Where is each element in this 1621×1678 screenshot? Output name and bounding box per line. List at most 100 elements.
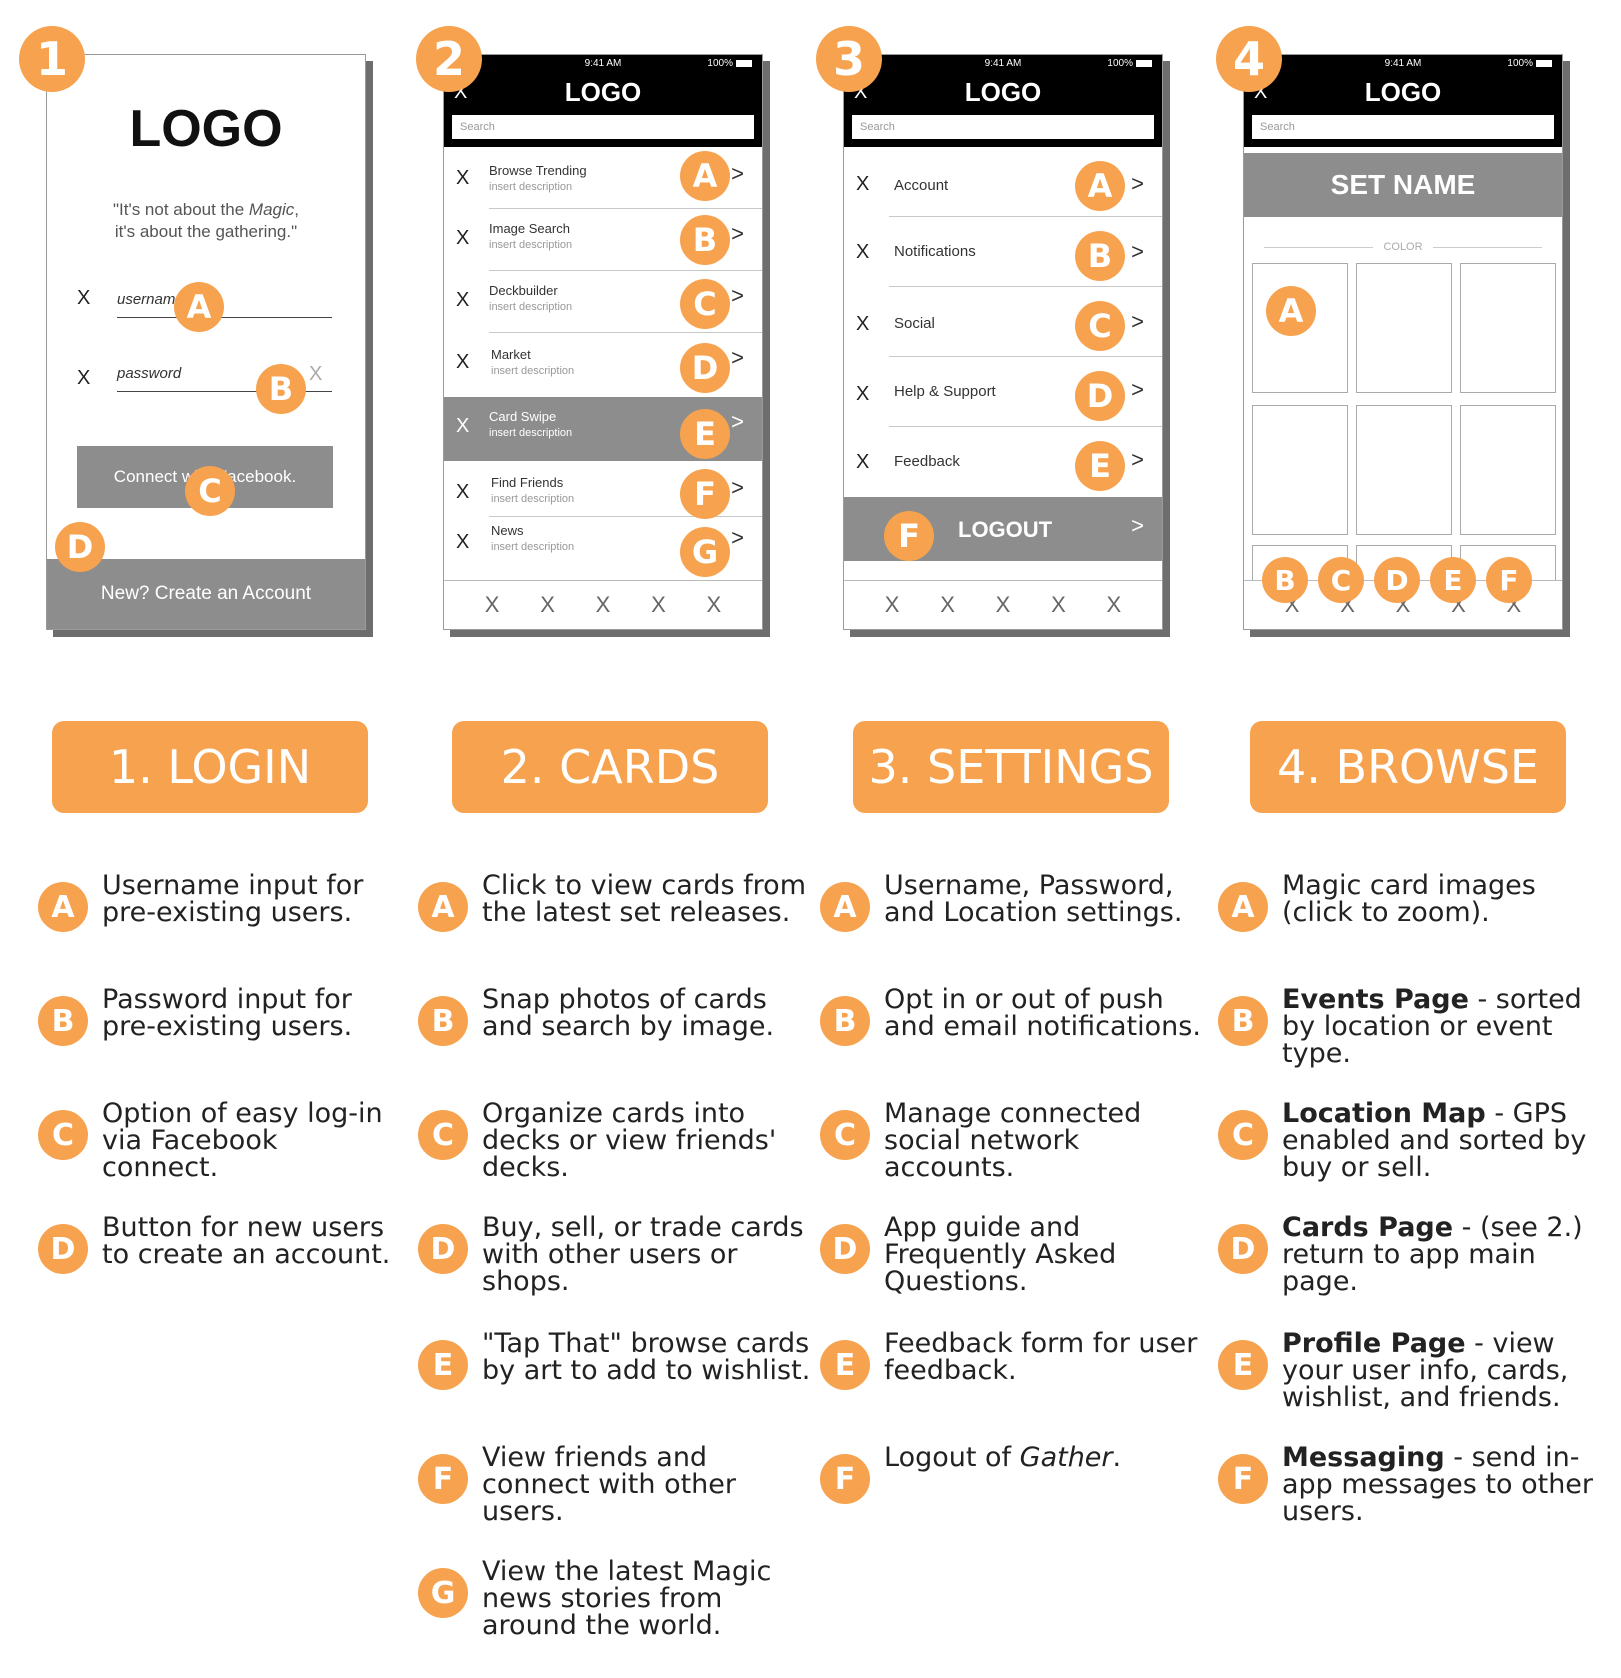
legend-marker: D bbox=[1218, 1224, 1268, 1274]
card-thumb[interactable] bbox=[1460, 263, 1556, 393]
item-icon: X bbox=[456, 227, 470, 249]
item-title: Feedback bbox=[894, 453, 960, 470]
settings-tab-bar: X X X X X bbox=[844, 580, 1162, 629]
color-label: COLOR bbox=[1383, 241, 1423, 253]
card-thumb[interactable] bbox=[1356, 405, 1452, 535]
legend-marker: B bbox=[418, 996, 468, 1046]
item-desc: insert description bbox=[489, 301, 573, 313]
color-divider: COLOR bbox=[1264, 241, 1542, 253]
username-input[interactable]: username bbox=[117, 291, 332, 318]
logout-label: LOGOUT bbox=[958, 517, 1053, 542]
marker-cards-g: G bbox=[680, 527, 730, 577]
legend-marker: F bbox=[1218, 1454, 1268, 1504]
legend-text: Events Page - sorted by location or even… bbox=[1282, 986, 1612, 1067]
legend-text: Username, Password, and Location setting… bbox=[884, 870, 1183, 928]
chevron-right-icon: > bbox=[1131, 239, 1144, 264]
chevron-right-icon: > bbox=[731, 409, 744, 434]
tab-icon-3[interactable]: X bbox=[596, 592, 611, 618]
item-icon: X bbox=[456, 167, 470, 189]
battery-status: 100% bbox=[1507, 58, 1552, 69]
tab-icon-4[interactable]: X bbox=[651, 592, 666, 618]
item-title: Image Search bbox=[489, 221, 570, 236]
set-name-banner: SET NAME bbox=[1244, 153, 1562, 217]
card-thumb[interactable] bbox=[1356, 263, 1452, 393]
item-desc: insert description bbox=[491, 365, 575, 377]
password-placeholder: password bbox=[117, 365, 182, 382]
marker-browse-e: E bbox=[1430, 557, 1476, 603]
create-account-button[interactable]: New? Create an Account bbox=[47, 559, 365, 629]
legend-marker: B bbox=[820, 996, 870, 1046]
card-thumb[interactable] bbox=[1460, 405, 1556, 535]
item-desc: insert description bbox=[491, 493, 575, 505]
legend-text: Buy, sell, or trade cards with other use… bbox=[482, 1212, 804, 1297]
marker-settings-b: B bbox=[1075, 231, 1125, 281]
item-icon: X bbox=[856, 451, 870, 473]
battery-percent: 100% bbox=[1107, 58, 1133, 69]
tab-icon-5[interactable]: X bbox=[707, 592, 722, 618]
legend-marker: C bbox=[1218, 1110, 1268, 1160]
legend-text: Password input for pre-existing users. bbox=[102, 984, 353, 1042]
legend-marker: A bbox=[38, 882, 88, 932]
tab-icon-3[interactable]: X bbox=[996, 592, 1011, 618]
login-quote: "It's not about the Magic, it's about th… bbox=[47, 199, 365, 243]
legend-text: Cards Page - (see 2.) return to app main… bbox=[1282, 1214, 1612, 1295]
legend-marker: E bbox=[1218, 1340, 1268, 1390]
legend-text-app-name: Gather bbox=[1019, 1442, 1113, 1473]
chevron-right-icon: > bbox=[1131, 309, 1144, 334]
search-input[interactable]: Search bbox=[852, 115, 1154, 139]
legend-marker: E bbox=[418, 1340, 468, 1390]
tab-icon-1[interactable]: X bbox=[485, 592, 500, 618]
marker-login-c: C bbox=[185, 466, 235, 516]
marker-settings-c: C bbox=[1075, 301, 1125, 351]
legend-marker: B bbox=[1218, 996, 1268, 1046]
item-icon: X bbox=[456, 531, 470, 553]
settings-header: 9:41 AM 100% X LOGO Search bbox=[844, 55, 1162, 147]
legend-text: View friends and connect with other user… bbox=[482, 1442, 737, 1527]
password-icon: X bbox=[77, 367, 91, 389]
marker-cards-c: C bbox=[680, 279, 730, 329]
card-thumb[interactable] bbox=[1252, 405, 1348, 535]
battery-icon bbox=[736, 59, 752, 67]
legend-marker: C bbox=[418, 1110, 468, 1160]
legend-text: Profile Page - view your user info, card… bbox=[1282, 1330, 1612, 1411]
legend-text-post: . bbox=[1112, 1442, 1122, 1473]
item-icon: X bbox=[856, 241, 870, 263]
battery-percent: 100% bbox=[707, 58, 733, 69]
marker-browse-f: F bbox=[1486, 557, 1532, 603]
legend-text: Button for new users to create an accoun… bbox=[102, 1212, 391, 1270]
tab-icon-1[interactable]: X bbox=[885, 592, 900, 618]
password-clear-icon[interactable]: X bbox=[309, 363, 322, 386]
tab-icon-2[interactable]: X bbox=[940, 592, 955, 618]
section-login: 1. LOGIN bbox=[52, 721, 368, 813]
legend-marker: F bbox=[418, 1454, 468, 1504]
legend-marker: F bbox=[820, 1454, 870, 1504]
legend-text: Logout of Gather. bbox=[884, 1444, 1204, 1471]
legend-text-pre: Logout of bbox=[884, 1442, 1020, 1473]
legend-marker: A bbox=[1218, 882, 1268, 932]
tab-icon-4[interactable]: X bbox=[1051, 592, 1066, 618]
legend-text: View the latest Magic news stories from … bbox=[482, 1556, 772, 1641]
legend-marker: A bbox=[820, 882, 870, 932]
quote-text: "It's not about the bbox=[112, 200, 249, 219]
legend-marker: C bbox=[820, 1110, 870, 1160]
legend-marker: B bbox=[38, 996, 88, 1046]
battery-percent: 100% bbox=[1507, 58, 1533, 69]
item-desc: insert description bbox=[489, 239, 573, 251]
legend-text: Opt in or out of push and email notifica… bbox=[884, 984, 1201, 1042]
marker-settings-a: A bbox=[1075, 161, 1125, 211]
item-icon: X bbox=[856, 313, 870, 335]
browse-header: 9:41 AM 100% X LOGO Search bbox=[1244, 55, 1562, 147]
legend-text: Organize cards into decks or view friend… bbox=[482, 1098, 777, 1183]
tab-icon-5[interactable]: X bbox=[1107, 592, 1122, 618]
login-logo: LOGO bbox=[129, 100, 283, 158]
legend-text: Magic card images (click to zoom). bbox=[1282, 870, 1536, 928]
section-cards: 2. CARDS bbox=[452, 721, 768, 813]
chevron-right-icon: > bbox=[731, 221, 744, 246]
tab-icon-2[interactable]: X bbox=[540, 592, 555, 618]
legend-marker: D bbox=[820, 1224, 870, 1274]
item-title: Card Swipe bbox=[489, 409, 557, 424]
search-input[interactable]: Search bbox=[452, 115, 754, 139]
search-input[interactable]: Search bbox=[1252, 115, 1554, 139]
marker-cards-d: D bbox=[680, 343, 730, 393]
marker-settings-f: F bbox=[884, 511, 934, 561]
